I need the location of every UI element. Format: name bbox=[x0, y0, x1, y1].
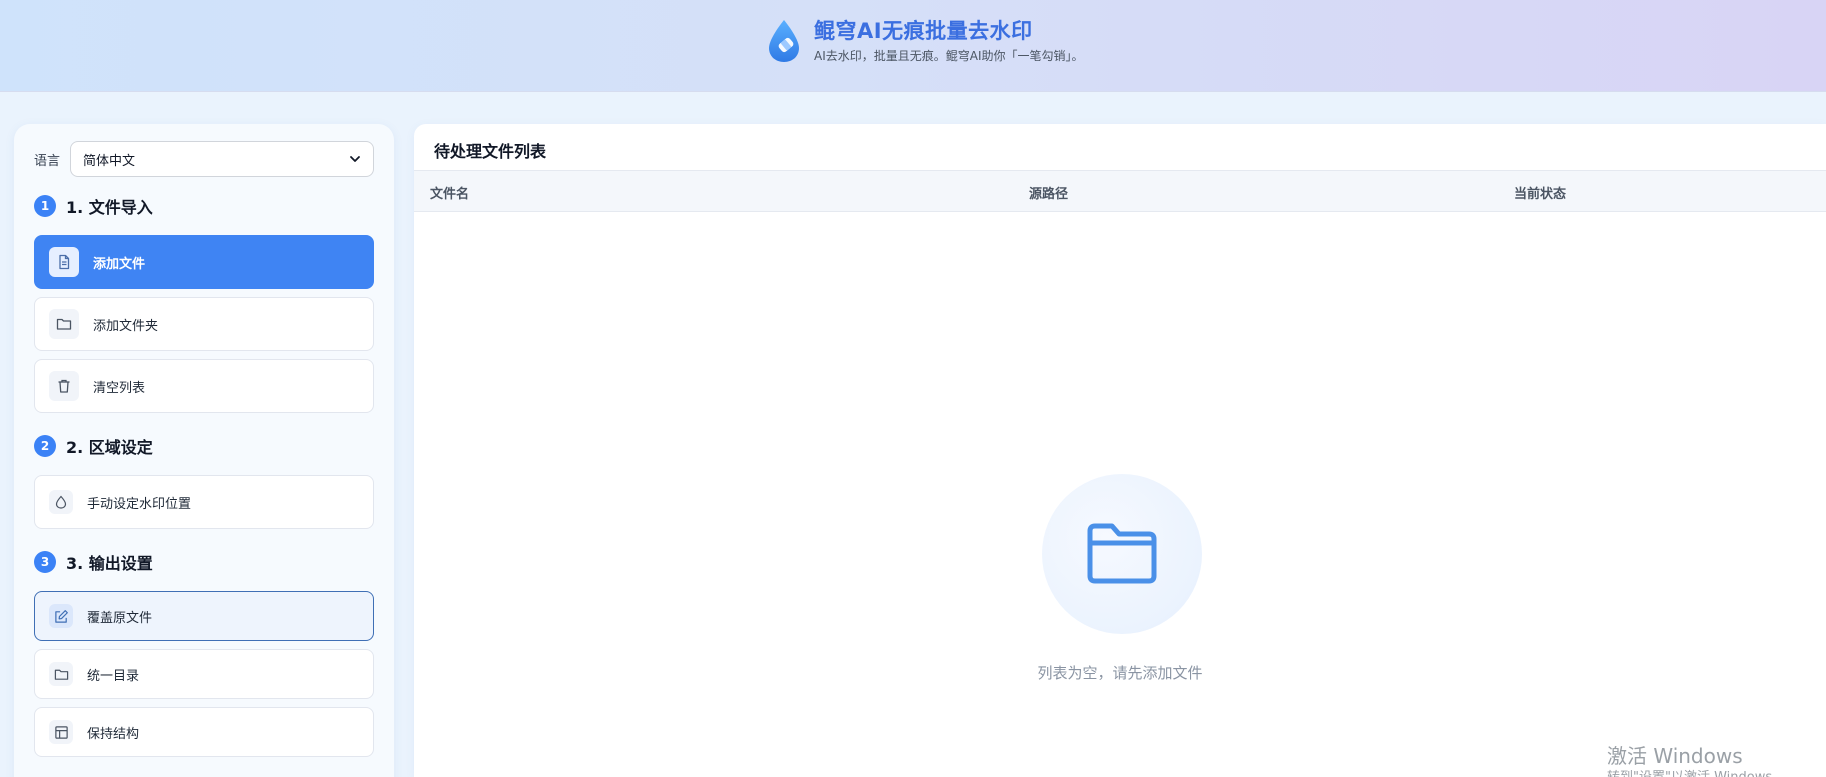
folder-icon bbox=[1087, 523, 1157, 584]
brand: 鲲穹AI无痕批量去水印 AI去水印，批量且无痕。鲲穹AI助你「一笔勾销」。 bbox=[766, 16, 1084, 66]
empty-state-illustration bbox=[1042, 474, 1202, 634]
column-header-source-path[interactable]: 源路径 bbox=[1029, 183, 1068, 202]
manual-watermark-region-label: 手动设定水印位置 bbox=[87, 496, 192, 512]
add-file-button[interactable]: 添加文件 bbox=[34, 235, 374, 289]
language-label: 语言 bbox=[34, 153, 61, 169]
section-title: 3. 输出设置 bbox=[66, 554, 153, 573]
edit-icon bbox=[49, 604, 73, 628]
section-file-import: 1 1. 文件导入 bbox=[34, 194, 153, 218]
file-icon bbox=[49, 247, 79, 277]
section-output: 3 3. 输出设置 bbox=[34, 550, 153, 574]
folder-icon bbox=[49, 662, 73, 686]
layout-icon bbox=[49, 720, 73, 744]
chevron-down-icon bbox=[350, 156, 360, 162]
language-selected-value: 简体中文 bbox=[83, 153, 136, 169]
language-row: 语言 简体中文 bbox=[34, 141, 374, 177]
step-badge-3: 3 bbox=[34, 551, 56, 573]
keep-structure-button[interactable]: 保持结构 bbox=[34, 707, 374, 757]
file-list-panel: 待处理文件列表 文件名 源路径 当前状态 列表为空，请先添加文件 bbox=[414, 124, 1826, 777]
table-header: 文件名 源路径 当前状态 bbox=[414, 170, 1826, 212]
app-title: 鲲穹AI无痕批量去水印 bbox=[814, 19, 1033, 43]
add-file-label: 添加文件 bbox=[93, 256, 146, 272]
step-badge-2: 2 bbox=[34, 435, 56, 457]
app-header: 鲲穹AI无痕批量去水印 AI去水印，批量且无痕。鲲穹AI助你「一笔勾销」。 bbox=[0, 0, 1826, 92]
overwrite-original-button[interactable]: 覆盖原文件 bbox=[34, 591, 374, 641]
section-title: 2. 区域设定 bbox=[66, 438, 153, 457]
trash-icon bbox=[49, 371, 79, 401]
add-folder-button[interactable]: 添加文件夹 bbox=[34, 297, 374, 351]
unified-directory-label: 统一目录 bbox=[87, 668, 140, 684]
language-select[interactable]: 简体中文 bbox=[70, 141, 374, 177]
unified-directory-button[interactable]: 统一目录 bbox=[34, 649, 374, 699]
overwrite-original-label: 覆盖原文件 bbox=[87, 610, 153, 626]
app-subtitle: AI去水印，批量且无痕。鲲穹AI助你「一笔勾销」。 bbox=[814, 49, 1084, 63]
folder-icon bbox=[49, 309, 79, 339]
add-folder-label: 添加文件夹 bbox=[93, 318, 159, 334]
empty-state-text: 列表为空，请先添加文件 bbox=[1037, 664, 1203, 682]
water-drop-logo-icon bbox=[769, 20, 799, 62]
clear-list-label: 清空列表 bbox=[93, 380, 146, 396]
clear-list-button[interactable]: 清空列表 bbox=[34, 359, 374, 413]
panel-title: 待处理文件列表 bbox=[434, 142, 547, 161]
windows-activation-watermark: 激活 Windows bbox=[1607, 744, 1743, 768]
column-header-filename[interactable]: 文件名 bbox=[430, 183, 469, 202]
windows-activation-hint: 转到"设置"以激活 Windows。 bbox=[1607, 766, 1785, 777]
step-badge-1: 1 bbox=[34, 195, 56, 217]
section-region: 2 2. 区域设定 bbox=[34, 434, 153, 458]
section-title: 1. 文件导入 bbox=[66, 198, 153, 217]
column-header-status[interactable]: 当前状态 bbox=[1514, 183, 1566, 202]
sidebar: 语言 简体中文 1 1. 文件导入 添加文件 添加文件夹 清空列表 2 2. 区… bbox=[14, 124, 394, 777]
droplet-icon bbox=[49, 490, 73, 514]
manual-watermark-region-button[interactable]: 手动设定水印位置 bbox=[34, 475, 374, 529]
keep-structure-label: 保持结构 bbox=[87, 726, 140, 742]
